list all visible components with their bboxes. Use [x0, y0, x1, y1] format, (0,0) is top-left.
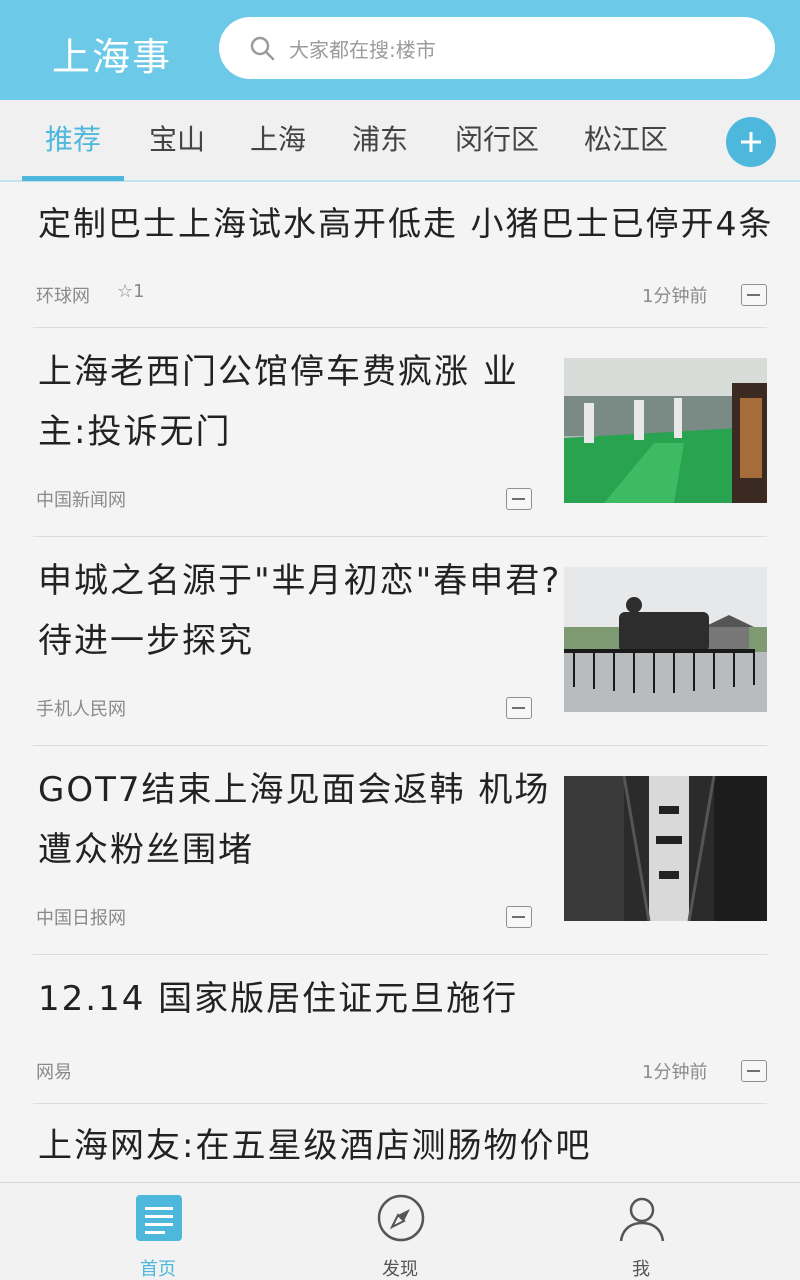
article-title: 定制巴士上海试水高开低走 小猪巴士已停开4条: [38, 204, 774, 243]
dismiss-button[interactable]: [506, 697, 532, 719]
user-icon: [619, 1197, 665, 1242]
nav-home[interactable]: 首页: [98, 1183, 218, 1280]
chariot-statue-image: [564, 567, 767, 712]
article-item[interactable]: GOT7结束上海见面会返韩 机场 遭众粉丝围堵 中国日报网: [33, 746, 767, 954]
article-item[interactable]: 12.14 国家版居住证元旦施行 网易 1分钟前: [33, 955, 767, 1103]
parking-garage-image: [564, 358, 767, 503]
article-source: 网易: [36, 1062, 72, 1083]
favorite-count: ☆1: [117, 281, 145, 302]
dismiss-button[interactable]: [506, 906, 532, 928]
article-item[interactable]: 定制巴士上海试水高开低走 小猪巴士已停开4条 环球网 ☆1 1分钟前: [33, 182, 772, 327]
active-tab-indicator: [22, 176, 124, 181]
home-list-icon: [136, 1195, 182, 1241]
dismiss-button[interactable]: [741, 1060, 767, 1082]
article-title: 上海网友:在五星级酒店测肠物价吧: [38, 1126, 592, 1166]
article-source: 环球网: [36, 286, 90, 307]
article-source: 中国新闻网: [36, 490, 126, 511]
star-icon: ☆: [117, 281, 134, 302]
dismiss-button[interactable]: [741, 284, 767, 306]
add-channel-button[interactable]: [726, 117, 776, 167]
article-title-line-2: 待进一步探究: [38, 621, 254, 661]
article-time: 1分钟前: [642, 286, 708, 307]
article-title-line-2: 遭众粉丝围堵: [38, 830, 254, 870]
tab-pudong[interactable]: 浦东: [352, 120, 408, 160]
article-title: 12.14 国家版居住证元旦施行: [38, 979, 519, 1019]
app-title: 上海事: [52, 35, 173, 79]
leather-jacket-image: [564, 776, 767, 921]
dismiss-button[interactable]: [506, 488, 532, 510]
tab-songjiang[interactable]: 松江区: [584, 120, 668, 160]
nav-discover[interactable]: 发现: [340, 1183, 460, 1280]
bottom-navigation: 首页 发现 我: [0, 1182, 800, 1280]
search-icon: [250, 36, 275, 61]
tab-baoshan[interactable]: 宝山: [149, 120, 205, 160]
article-item[interactable]: 申城之名源于"芈月初恋"春申君? 待进一步探究 手机人民网: [33, 537, 767, 745]
article-time: 1分钟前: [642, 1062, 708, 1083]
tab-minhang[interactable]: 闵行区: [455, 120, 539, 160]
compass-icon: [377, 1194, 425, 1242]
nav-home-label: 首页: [140, 1259, 176, 1280]
tab-shanghai[interactable]: 上海: [250, 120, 306, 160]
app-header: 上海事 大家都在搜:楼市: [0, 0, 800, 100]
article-title-line-1: 申城之名源于"芈月初恋"春申君?: [38, 561, 562, 601]
channel-tabs: 推荐 宝山 上海 浦东 闵行区 松江区: [0, 100, 800, 182]
article-source: 中国日报网: [36, 908, 126, 929]
article-item[interactable]: 上海老西门公馆停车费疯涨 业 主:投诉无门 中国新闻网: [33, 328, 767, 536]
article-source: 手机人民网: [36, 699, 126, 720]
article-title-line-1: 上海老西门公馆停车费疯涨 业: [38, 352, 519, 392]
nav-discover-label: 发现: [382, 1259, 418, 1280]
article-title-line-2: 主:投诉无门: [38, 412, 232, 452]
article-item[interactable]: 上海网友:在五星级酒店测肠物价吧: [33, 1104, 767, 1182]
nav-me[interactable]: 我: [581, 1183, 701, 1280]
nav-me-label: 我: [632, 1259, 650, 1280]
news-feed: 定制巴士上海试水高开低走 小猪巴士已停开4条 环球网 ☆1 1分钟前 上海老西门…: [0, 182, 800, 1182]
search-input[interactable]: 大家都在搜:楼市: [219, 17, 775, 79]
plus-icon: [741, 132, 761, 152]
tab-recommended[interactable]: 推荐: [45, 120, 101, 160]
article-title-line-1: GOT7结束上海见面会返韩 机场: [38, 770, 551, 810]
search-placeholder: 大家都在搜:楼市: [289, 38, 436, 62]
